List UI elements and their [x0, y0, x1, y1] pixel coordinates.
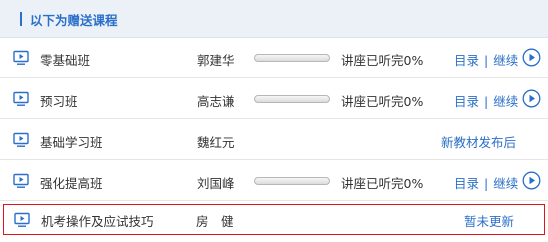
teacher-name: 房 健	[196, 214, 234, 229]
course-name: 强化提高班	[40, 176, 103, 191]
play-icon[interactable]	[522, 171, 541, 190]
screen-icon	[13, 91, 29, 106]
teacher-name: 高志谦	[197, 94, 235, 109]
status-link[interactable]: 新教材发布后	[441, 132, 516, 151]
teacher-name: 魏红元	[197, 135, 235, 150]
section-header: 以下为赠送课程	[0, 0, 548, 38]
course-name: 机考操作及应试技巧	[41, 214, 154, 229]
screen-icon	[14, 212, 30, 227]
progress-bar	[254, 54, 330, 62]
status-link[interactable]: 暂未更新	[464, 211, 514, 230]
continue-link[interactable]: 继续	[493, 53, 518, 68]
continue-link[interactable]: 继续	[493, 176, 518, 191]
progress-bar	[254, 177, 330, 185]
course-name: 零基础班	[40, 53, 91, 68]
course-row: 强化提高班 刘国峰 讲座已听完0% 目录 | 继续	[0, 161, 548, 201]
section-title: 以下为赠送课程	[30, 13, 118, 28]
course-name: 基础学习班	[40, 135, 103, 150]
course-row: 预习班 高志谦 讲座已听完0% 目录 | 继续	[0, 79, 548, 119]
teacher-name: 郭建华	[197, 53, 235, 68]
progress-text: 讲座已听完0%	[341, 176, 424, 191]
progress-bar	[254, 95, 330, 103]
separator: |	[484, 176, 489, 191]
course-row: 基础学习班 魏红元 新教材发布后	[0, 120, 548, 160]
course-actions: 目录 | 继续	[454, 50, 518, 69]
continue-link[interactable]: 继续	[493, 94, 518, 109]
play-icon[interactable]	[522, 89, 541, 108]
course-name: 预习班	[40, 94, 78, 109]
play-icon[interactable]	[522, 48, 541, 67]
teacher-name: 刘国峰	[197, 176, 235, 191]
progress-text: 讲座已听完0%	[341, 53, 424, 68]
screen-icon	[13, 173, 29, 188]
screen-icon	[13, 132, 29, 147]
catalog-link[interactable]: 目录	[454, 53, 479, 68]
progress-text: 讲座已听完0%	[341, 94, 424, 109]
screen-icon	[13, 50, 29, 65]
catalog-link[interactable]: 目录	[454, 94, 479, 109]
course-row: 零基础班 郭建华 讲座已听完0% 目录 | 继续	[0, 38, 548, 78]
catalog-link[interactable]: 目录	[454, 176, 479, 191]
course-actions: 目录 | 继续	[454, 91, 518, 110]
course-row-highlighted: 机考操作及应试技巧 房 健 暂未更新	[3, 204, 545, 235]
separator: |	[484, 53, 489, 68]
header-accent-bar	[20, 12, 22, 26]
separator: |	[484, 94, 489, 109]
course-actions: 目录 | 继续	[454, 173, 518, 192]
